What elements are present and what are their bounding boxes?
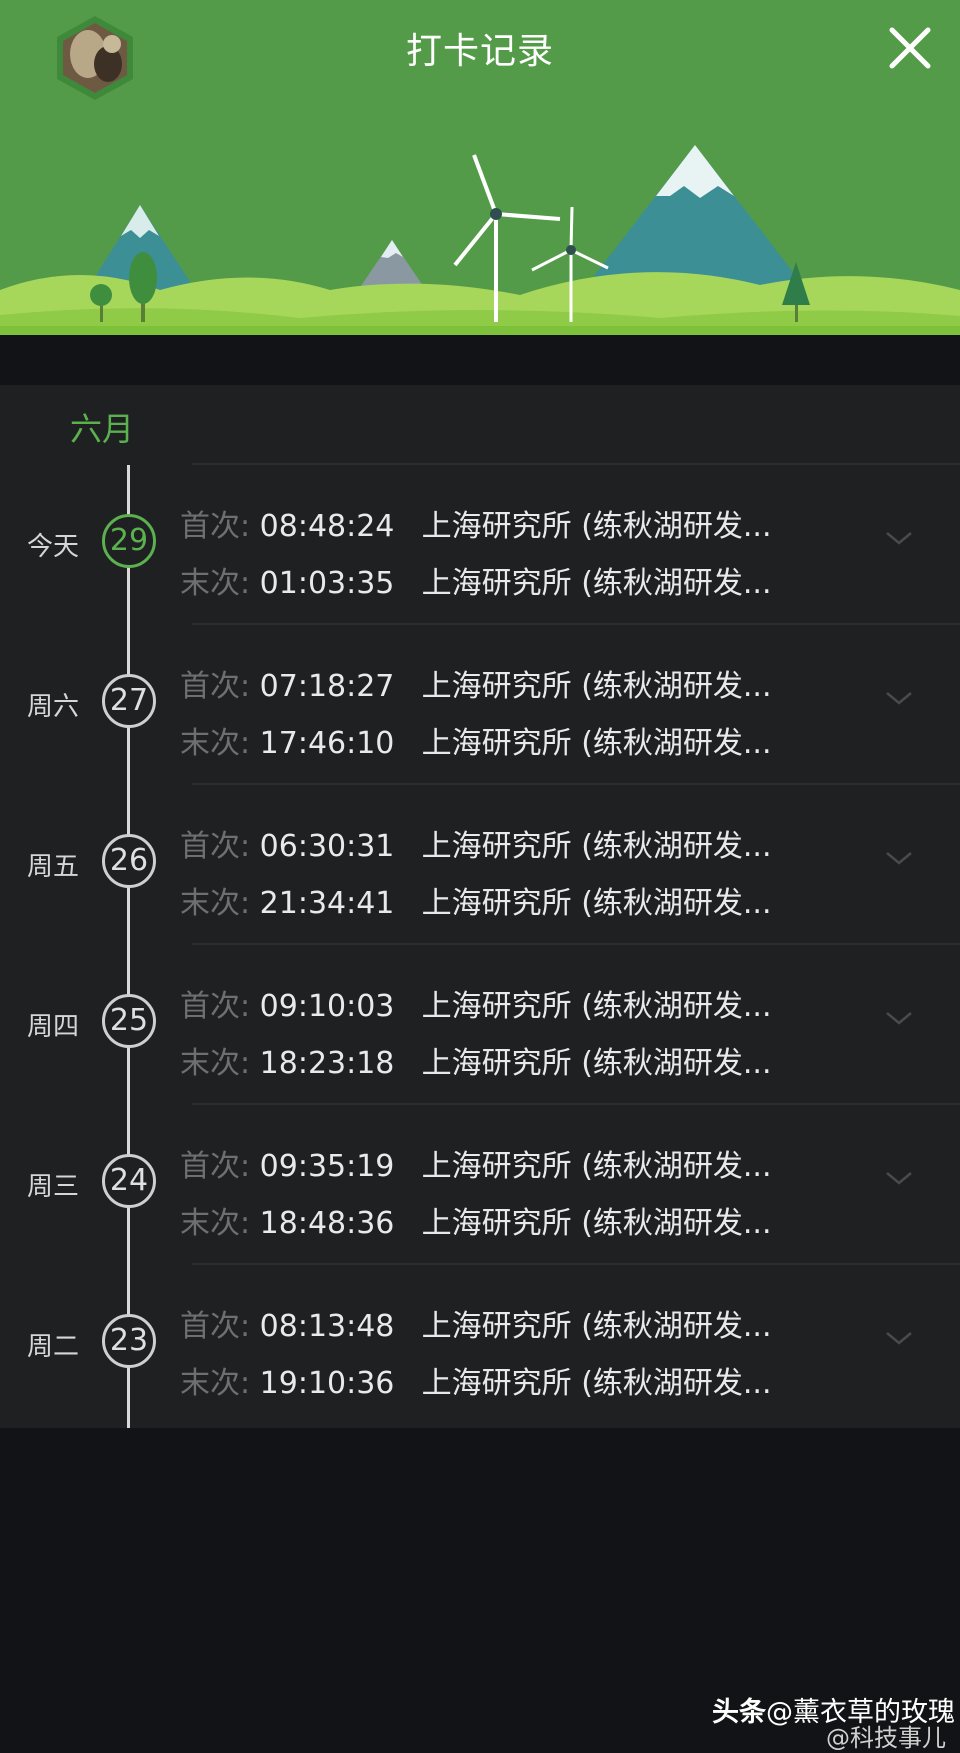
chevron-down-icon[interactable]: [884, 1323, 914, 1353]
chevron-down-icon[interactable]: [884, 1003, 914, 1033]
last-time: 18:23:18: [259, 1046, 395, 1081]
record-row[interactable]: 周五 26 首次: 06:30:31 上海研究所 (练秋湖研发... 末次: 21:34…: [0, 783, 960, 943]
first-label: 首次:: [180, 669, 251, 704]
first-time: 06:30:31: [259, 829, 395, 864]
last-checkin: 末次: 18:23:18 上海研究所 (练秋湖研发...: [180, 1038, 772, 1082]
first-label: 首次:: [180, 829, 251, 864]
row-divider: [192, 623, 960, 625]
day-badge: 24: [102, 1154, 156, 1208]
chevron-down-icon[interactable]: [884, 523, 914, 553]
first-time: 07:18:27: [259, 669, 395, 704]
first-label: 首次:: [180, 1309, 251, 1344]
day-badge: 29: [102, 514, 156, 568]
last-checkin: 末次: 01:03:35 上海研究所 (练秋湖研发...: [180, 558, 772, 602]
last-label: 末次:: [180, 566, 251, 601]
first-time: 09:10:03: [259, 989, 395, 1024]
first-checkin: 首次: 06:30:31 上海研究所 (练秋湖研发...: [180, 821, 772, 865]
chevron-down-icon[interactable]: [884, 683, 914, 713]
record-row[interactable]: 周三 24 首次: 09:35:19 上海研究所 (练秋湖研发... 末次: 18:48…: [0, 1103, 960, 1263]
last-time: 21:34:41: [259, 886, 395, 921]
last-label: 末次:: [180, 726, 251, 761]
close-icon[interactable]: [884, 22, 936, 74]
last-location: 上海研究所 (练秋湖研发...: [421, 1206, 772, 1241]
last-time: 18:48:36: [259, 1206, 395, 1241]
day-badge: 26: [102, 834, 156, 888]
first-time: 09:35:19: [259, 1149, 395, 1184]
last-location: 上海研究所 (练秋湖研发...: [421, 1046, 772, 1081]
last-label: 末次:: [180, 1206, 251, 1241]
last-location: 上海研究所 (练秋湖研发...: [421, 726, 772, 761]
first-label: 首次:: [180, 1149, 251, 1184]
first-location: 上海研究所 (练秋湖研发...: [421, 669, 772, 704]
header-spacer: [0, 335, 960, 385]
watermark-brand: 头条: [712, 1697, 766, 1728]
first-label: 首次:: [180, 509, 251, 544]
last-time: 01:03:35: [259, 566, 395, 601]
weekday-label: 周六: [27, 692, 80, 722]
last-time: 17:46:10: [259, 726, 395, 761]
last-time: 19:10:36: [259, 1366, 395, 1401]
record-row[interactable]: 周六 27 首次: 07:18:27 上海研究所 (练秋湖研发... 末次: 17:46…: [0, 623, 960, 783]
first-location: 上海研究所 (练秋湖研发...: [421, 509, 772, 544]
first-location: 上海研究所 (练秋湖研发...: [421, 829, 772, 864]
first-checkin: 首次: 08:48:24 上海研究所 (练秋湖研发...: [180, 501, 772, 545]
watermark-sub: @科技事儿: [826, 1724, 946, 1752]
record-row[interactable]: 周二 23 首次: 08:13:48 上海研究所 (练秋湖研发... 末次: 19:10…: [0, 1263, 960, 1423]
first-time: 08:48:24: [259, 509, 395, 544]
last-label: 末次:: [180, 1046, 251, 1081]
last-location: 上海研究所 (练秋湖研发...: [421, 566, 772, 601]
first-location: 上海研究所 (练秋湖研发...: [421, 1309, 772, 1344]
first-label: 首次:: [180, 989, 251, 1024]
last-checkin: 末次: 19:10:36 上海研究所 (练秋湖研发...: [180, 1358, 772, 1402]
row-divider: [192, 783, 960, 785]
last-checkin: 末次: 18:48:36 上海研究所 (练秋湖研发...: [180, 1198, 772, 1242]
day-badge: 27: [102, 674, 156, 728]
record-row[interactable]: 周四 25 首次: 09:10:03 上海研究所 (练秋湖研发... 末次: 18:23…: [0, 943, 960, 1103]
first-time: 08:13:48: [259, 1309, 395, 1344]
last-location: 上海研究所 (练秋湖研发...: [421, 886, 772, 921]
last-location: 上海研究所 (练秋湖研发...: [421, 1366, 772, 1401]
first-checkin: 首次: 09:35:19 上海研究所 (练秋湖研发...: [180, 1141, 772, 1185]
row-divider: [192, 943, 960, 945]
header-banner: 打卡记录: [0, 0, 960, 335]
weekday-label: 今天: [27, 532, 80, 562]
chevron-down-icon[interactable]: [884, 843, 914, 873]
first-checkin: 首次: 07:18:27 上海研究所 (练秋湖研发...: [180, 661, 772, 705]
last-checkin: 末次: 21:34:41 上海研究所 (练秋湖研发...: [180, 878, 772, 922]
day-badge: 23: [102, 1314, 156, 1368]
last-label: 末次:: [180, 886, 251, 921]
last-label: 末次:: [180, 1366, 251, 1401]
record-row[interactable]: 今天 29 首次: 08:48:24 上海研究所 (练秋湖研发... 末次: 01:03…: [0, 463, 960, 623]
day-badge: 25: [102, 994, 156, 1048]
row-divider: [192, 1103, 960, 1105]
month-label: 六月: [70, 410, 135, 448]
weekday-label: 周四: [27, 1012, 80, 1042]
page-title: 打卡记录: [405, 31, 554, 72]
weekday-label: 周三: [27, 1172, 80, 1202]
row-divider: [192, 463, 960, 465]
first-checkin: 首次: 08:13:48 上海研究所 (练秋湖研发...: [180, 1301, 772, 1345]
weekday-label: 周五: [27, 852, 80, 882]
first-location: 上海研究所 (练秋湖研发...: [421, 989, 772, 1024]
last-checkin: 末次: 17:46:10 上海研究所 (练秋湖研发...: [180, 718, 772, 762]
row-divider: [192, 1263, 960, 1265]
first-location: 上海研究所 (练秋湖研发...: [421, 1149, 772, 1184]
first-checkin: 首次: 09:10:03 上海研究所 (练秋湖研发...: [180, 981, 772, 1025]
chevron-down-icon[interactable]: [884, 1163, 914, 1193]
weekday-label: 周二: [27, 1332, 80, 1362]
